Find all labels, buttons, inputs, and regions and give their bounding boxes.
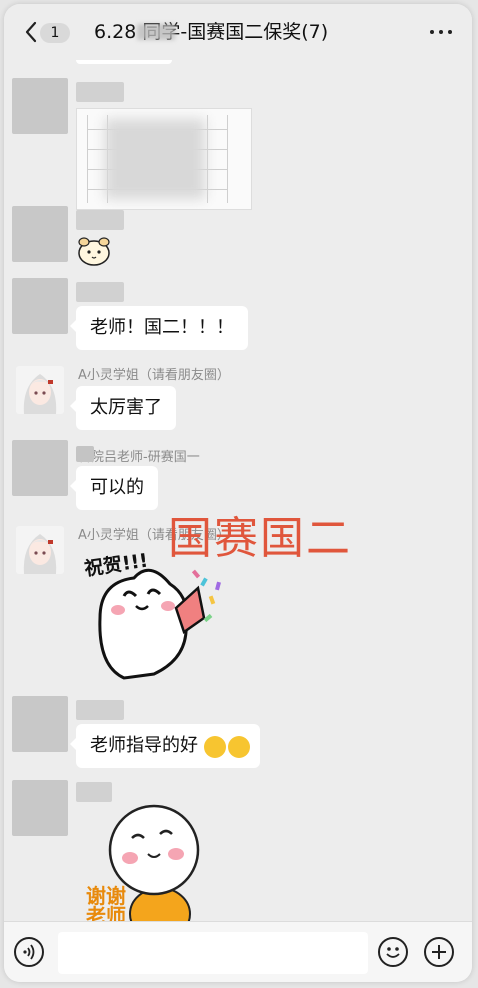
avatar[interactable]: [12, 696, 68, 752]
sender-name-redacted: [76, 700, 124, 720]
more-button[interactable]: [428, 22, 454, 42]
cat-sticker[interactable]: [76, 234, 112, 268]
thinking-emoji-icon: [228, 736, 250, 758]
input-bar: [4, 921, 472, 982]
emoji-icon: [386, 947, 400, 958]
title-redaction: [137, 24, 175, 40]
sender-name-redacted: [76, 782, 112, 802]
name-redaction: [76, 446, 94, 462]
sender-name-redacted: [76, 82, 124, 102]
message-bubble[interactable]: 老师！国二！！！: [70, 306, 248, 350]
partial-bubble: [76, 60, 172, 64]
emoji-button[interactable]: [378, 937, 408, 967]
plus-button[interactable]: [424, 937, 454, 967]
avatar[interactable]: [16, 366, 64, 414]
avatar[interactable]: [16, 526, 64, 574]
message-bubble[interactable]: 可以的: [70, 466, 158, 510]
more-dots-icon: [430, 30, 434, 34]
voice-icon: [23, 944, 35, 960]
plus-icon: [432, 945, 446, 959]
document-image[interactable]: [76, 108, 252, 210]
overlay-annotation: 国赛国二: [168, 513, 352, 564]
sender-name: A小灵学姐（请看朋友圈）: [78, 368, 230, 383]
sender-name: 科院吕老师-研赛国一: [78, 450, 200, 465]
avatar[interactable]: [12, 78, 68, 134]
avatar[interactable]: [12, 206, 68, 262]
avatar[interactable]: [12, 278, 68, 334]
anime-girl-avatar-icon: [23, 374, 57, 414]
thanks-sticker[interactable]: 谢谢老师: [84, 804, 214, 922]
message-bubble[interactable]: 老师指导的好: [70, 724, 260, 768]
message-list[interactable]: 老师！国二！！！ A小灵学姐（请看朋友圈） 太厉害了 科院吕老师-研赛国一 可以…: [4, 60, 472, 922]
unread-badge: 1: [40, 23, 70, 43]
anime-girl-avatar-icon: [23, 534, 57, 574]
message-bubble[interactable]: 太厉害了: [70, 386, 176, 430]
avatar[interactable]: [12, 780, 68, 836]
message-input[interactable]: [58, 932, 368, 974]
sender-name-redacted: [76, 210, 124, 230]
chat-window: 1 6.28 同学-国赛国二保奖(7) 老师！国二！！！ A小灵学姐（请看朋友圈…: [4, 4, 472, 982]
chevron-left-icon: [25, 21, 37, 43]
sender-name-redacted: [76, 282, 124, 302]
voice-button[interactable]: [14, 937, 44, 967]
avatar[interactable]: [12, 440, 68, 496]
thinking-emoji-icon: [204, 736, 226, 758]
chat-header: 1 6.28 同学-国赛国二保奖(7): [4, 4, 472, 60]
congrats-sticker[interactable]: 祝贺!!!: [80, 548, 224, 688]
